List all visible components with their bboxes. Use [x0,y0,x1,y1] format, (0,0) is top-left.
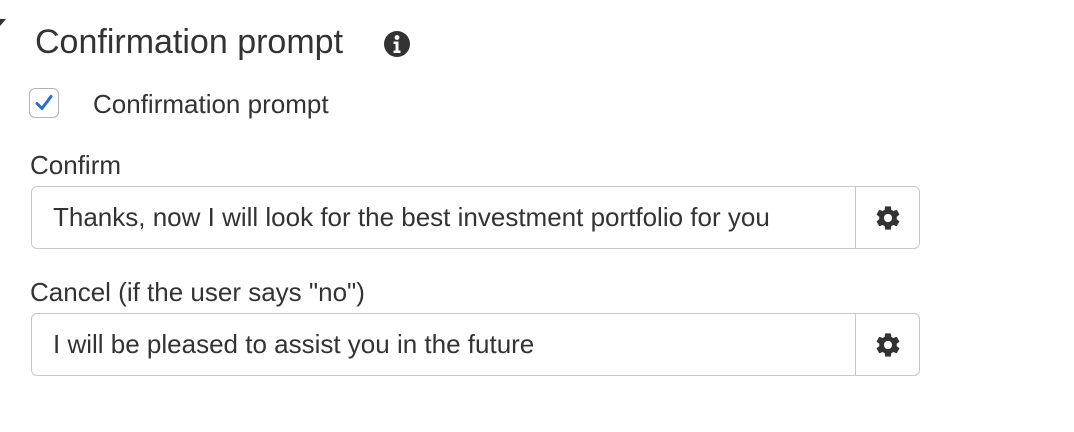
cancel-settings-button[interactable] [855,314,919,375]
confirm-label: Confirm [30,150,122,180]
confirm-input[interactable] [32,187,855,248]
checkmark-icon [35,95,53,110]
info-icon[interactable] [383,30,411,58]
confirmation-prompt-panel: Confirmation prompt Confirmation prompt … [0,0,1074,432]
confirm-settings-button[interactable] [855,187,919,248]
confirm-input-group [31,186,920,249]
gear-icon [876,205,899,230]
caret-down-icon[interactable] [0,19,6,26]
confirmation-prompt-checkbox-label[interactable]: Confirmation prompt [93,89,329,119]
gear-icon [876,332,899,357]
cancel-label: Cancel (if the user says "no") [30,277,365,307]
cancel-input[interactable] [32,314,855,375]
confirmation-prompt-checkbox[interactable] [29,88,59,118]
cancel-input-group [31,313,920,376]
section-title: Confirmation prompt [35,23,344,61]
